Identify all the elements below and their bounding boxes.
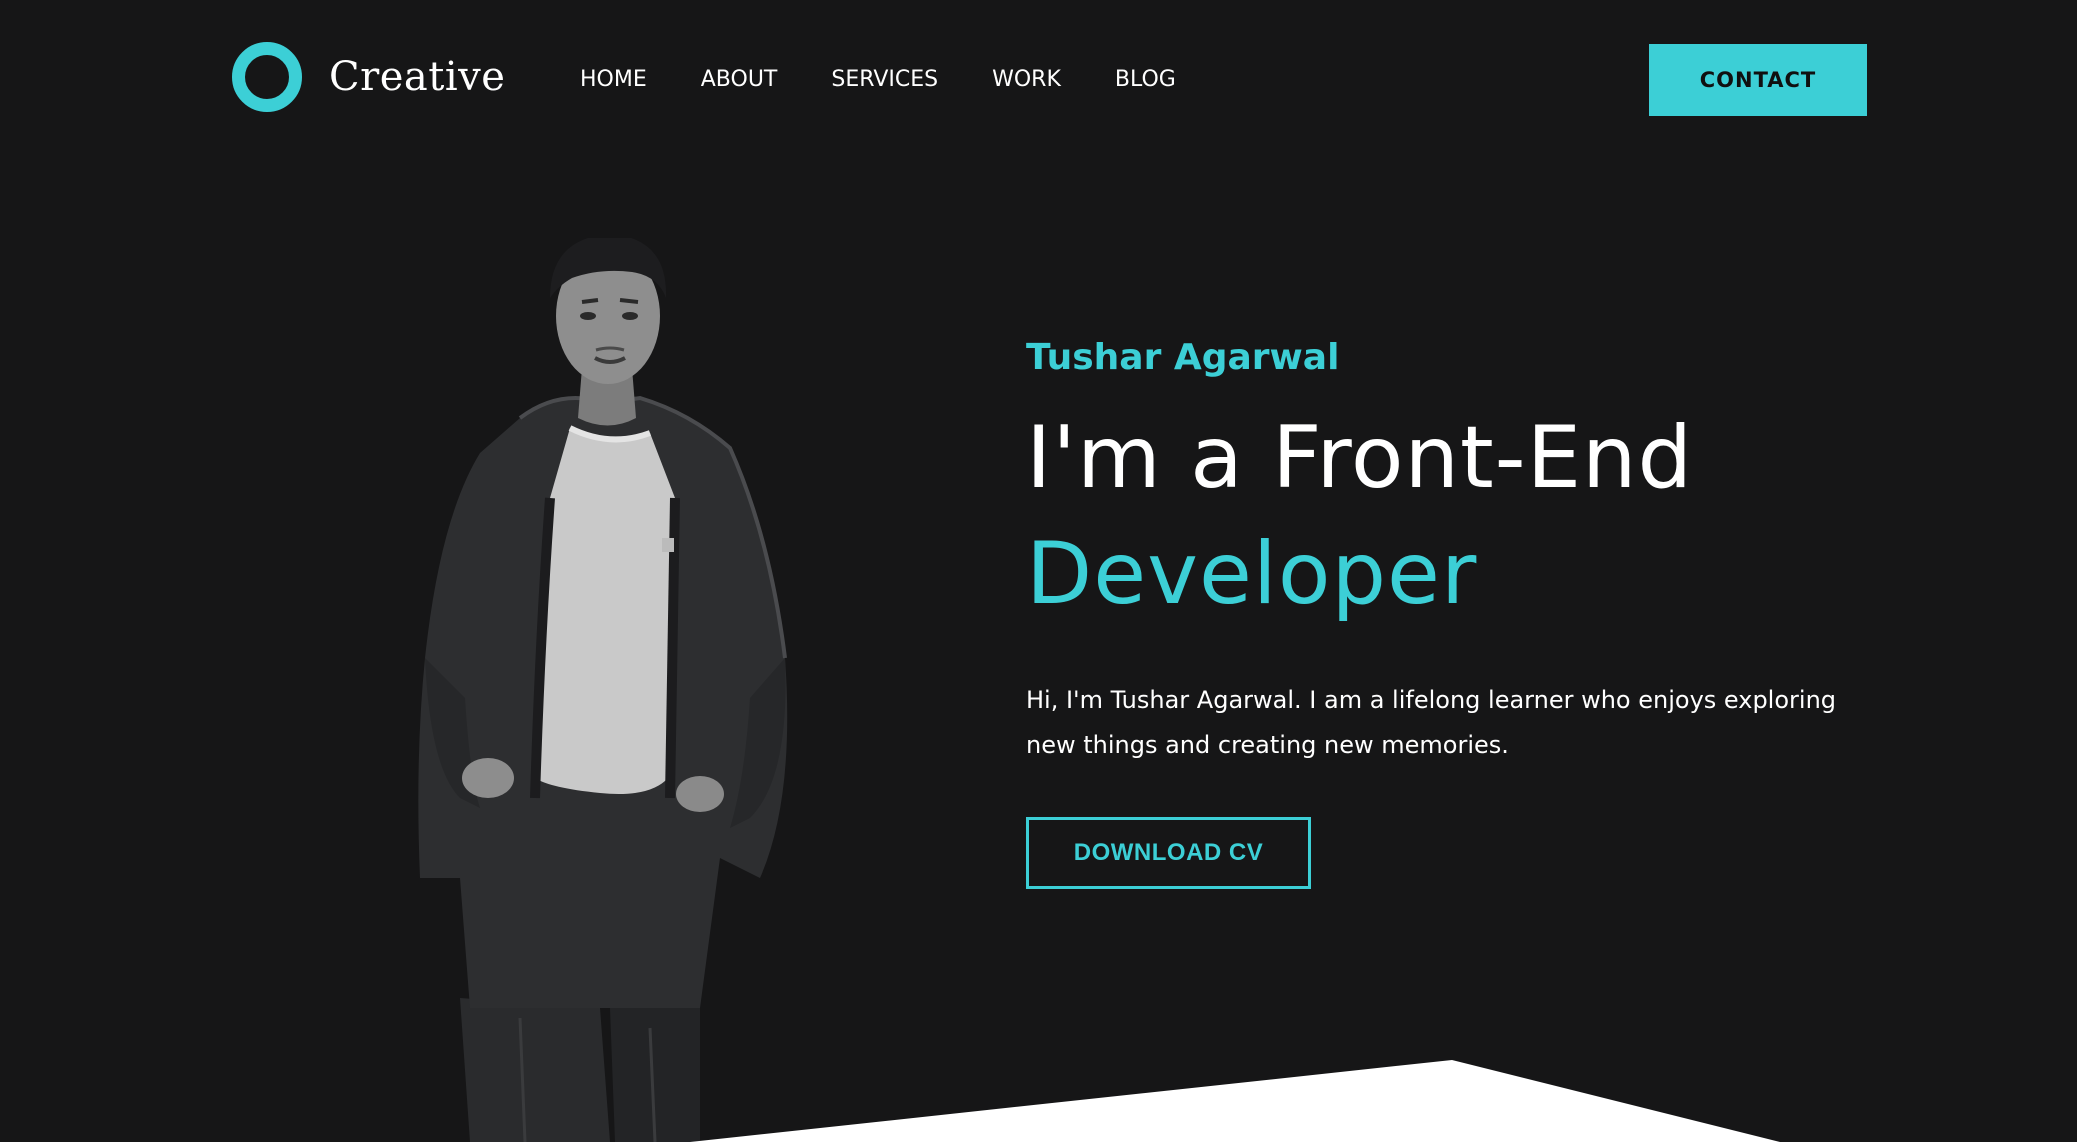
ring-logo-icon: [232, 42, 302, 112]
hero-title-line2: Developer: [1026, 524, 1478, 624]
download-cv-button[interactable]: DOWNLOAD CV: [1026, 817, 1311, 889]
logo-link[interactable]: Creative: [232, 42, 505, 112]
hero-title: I'm a Front-End Developer: [1026, 400, 1906, 632]
contact-button[interactable]: CONTACT: [1649, 44, 1867, 116]
logo-text: Creative: [329, 54, 506, 100]
nav-about[interactable]: ABOUT: [701, 64, 778, 96]
profile-photo: [400, 238, 820, 1142]
hero-name: Tushar Agarwal: [1026, 337, 1340, 378]
main-nav: HOME ABOUT SERVICES WORK BLOG: [580, 64, 1230, 96]
hero-description: Hi, I'm Tushar Agarwal. I am a lifelong …: [1026, 686, 1837, 759]
site-header: Creative HOME ABOUT SERVICES WORK BLOG C…: [0, 0, 2077, 160]
nav-blog[interactable]: BLOG: [1115, 64, 1176, 96]
nav-services[interactable]: SERVICES: [831, 64, 938, 96]
nav-work[interactable]: WORK: [992, 64, 1061, 96]
hero-title-line1: I'm a Front-End: [1026, 408, 1694, 508]
nav-home[interactable]: HOME: [580, 64, 647, 96]
hero-section: Tushar Agarwal I'm a Front-End Developer…: [1026, 330, 1906, 768]
